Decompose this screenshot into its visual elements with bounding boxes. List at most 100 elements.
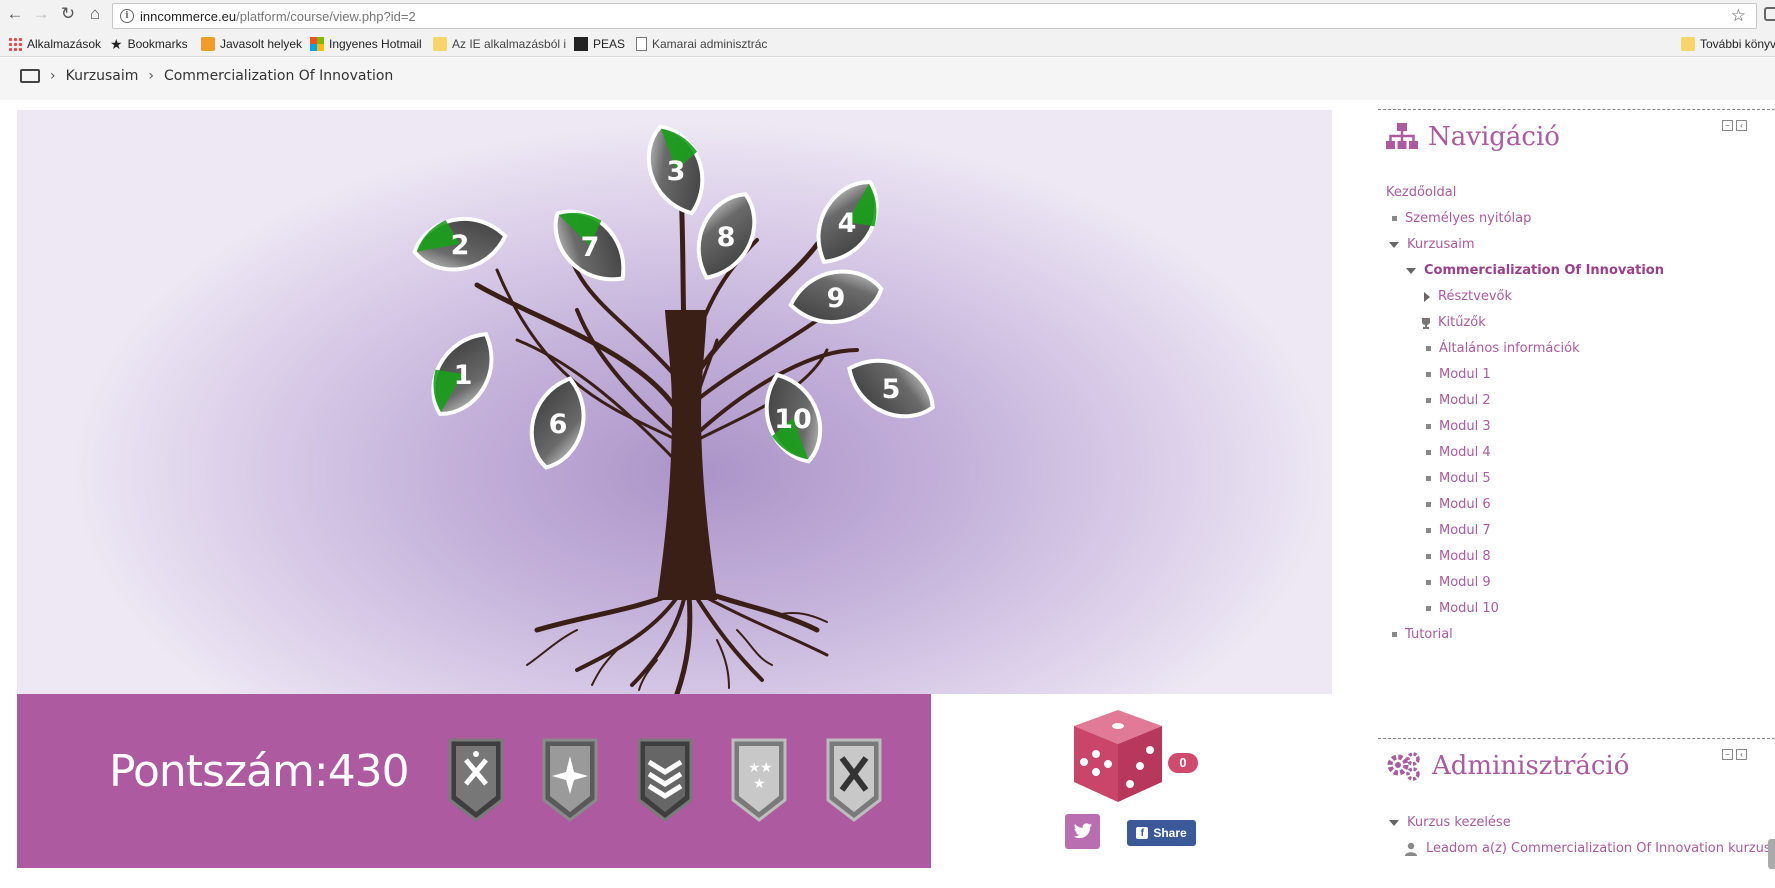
sitemap-icon: [1386, 123, 1418, 149]
nav-label: Általános információk: [1439, 341, 1580, 356]
bookmark-chamber[interactable]: Kamarai adminisztrác: [636, 35, 767, 53]
expanded-arrow-icon[interactable]: [1389, 241, 1399, 248]
badge-compass-icon[interactable]: [540, 736, 600, 822]
nav-label: Modul 7: [1439, 523, 1491, 538]
share-label: Share: [1153, 826, 1187, 840]
nav-module-6[interactable]: Modul 6: [1426, 497, 1491, 512]
bookmark-hotmail[interactable]: Ingyenes Hotmail: [310, 35, 422, 53]
nav-badges[interactable]: Kitűzők: [1420, 315, 1486, 330]
bookmark-suggested[interactable]: Javasolt helyek: [201, 35, 302, 53]
bullet-icon: [1426, 528, 1431, 533]
url-path: /platform/course/view.php?id=2: [236, 9, 416, 24]
breadcrumb-separator: ›: [148, 68, 154, 84]
nav-tutorial[interactable]: Tutorial: [1392, 627, 1453, 642]
nav-module-8[interactable]: Modul 8: [1426, 549, 1491, 564]
forward-icon[interactable]: →: [30, 3, 52, 25]
nav-module-3[interactable]: Modul 3: [1426, 419, 1491, 434]
bullet-icon: [1392, 632, 1397, 637]
leaf-label: 9: [827, 283, 846, 314]
trophy-icon: [1422, 317, 1430, 329]
leaf-module-9[interactable]: 9: [786, 265, 885, 330]
dice-count-badge: 0: [1168, 753, 1198, 773]
bulb-icon: [201, 37, 215, 51]
bookmark-label: PEAS: [593, 37, 626, 51]
score-label: Pontszám:430: [109, 746, 410, 797]
leaf-module-2[interactable]: 2: [410, 210, 509, 276]
breadcrumb-my-courses[interactable]: Kurzusaim: [66, 68, 139, 84]
nav-label: Modul 2: [1439, 393, 1491, 408]
nav-general-info[interactable]: Általános információk: [1426, 341, 1580, 356]
leaf-module-7[interactable]: 7: [540, 195, 641, 296]
bookmark-other[interactable]: További könyv: [1681, 35, 1775, 53]
leaf-module-5[interactable]: 5: [839, 346, 943, 430]
navigation-block: Navigáció − ‹ Kezdőoldal Személyes nyitó…: [1378, 109, 1775, 679]
admin-course-admin[interactable]: Kurzus kezelése: [1389, 815, 1511, 830]
collapsed-arrow-icon[interactable]: [1424, 291, 1430, 302]
info-icon[interactable]: i: [120, 9, 134, 23]
facebook-share-button[interactable]: f Share: [1127, 820, 1196, 846]
score-panel: Pontszám:430 ★ ★ ★: [17, 694, 931, 868]
url-text: inncommerce.eu/platform/course/view.php?…: [140, 9, 416, 24]
bookmark-ie-import[interactable]: Az IE alkalmazásból i: [433, 35, 566, 53]
breadcrumb-course[interactable]: Commercialization Of Innovation: [164, 68, 393, 84]
admin-unenrol[interactable]: Leadom a(z) Commercialization Of Innovat…: [1404, 841, 1775, 856]
leaf-label: 7: [581, 232, 600, 263]
nav-personal[interactable]: Személyes nyitólap: [1392, 211, 1531, 226]
tree-trunk: [657, 310, 717, 600]
nav-label: Személyes nyitólap: [1405, 211, 1532, 226]
leaf-label: 8: [717, 222, 736, 253]
nav-module-1[interactable]: Modul 1: [1426, 367, 1491, 382]
nav-label: Modul 3: [1439, 419, 1491, 434]
badge-stars-icon[interactable]: ★ ★ ★: [729, 736, 789, 822]
nav-module-2[interactable]: Modul 2: [1426, 393, 1491, 408]
nav-label: Modul 1: [1439, 367, 1491, 382]
leaf-module-4[interactable]: 4: [803, 170, 893, 275]
leaf-module-1[interactable]: 1: [417, 321, 507, 426]
bookmark-star-icon[interactable]: ☆: [1731, 6, 1746, 26]
back-icon[interactable]: ←: [4, 3, 26, 25]
collapse-block-icon[interactable]: −: [1722, 749, 1733, 760]
bookmark-peas[interactable]: PEAS: [574, 35, 625, 53]
nav-label: Kurzusaim: [1407, 237, 1475, 252]
nav-module-5[interactable]: Modul 5: [1426, 471, 1491, 486]
leaf-label: 2: [451, 230, 470, 261]
bullet-icon: [1392, 216, 1397, 221]
doc-icon: [636, 37, 647, 51]
scrollbar[interactable]: [1768, 839, 1775, 869]
address-bar[interactable]: i inncommerce.eu/platform/course/view.ph…: [112, 3, 1757, 29]
leaf-module-3[interactable]: 3: [637, 118, 716, 222]
nav-label: Modul 9: [1439, 575, 1491, 590]
block-controls: − ‹: [1722, 749, 1747, 760]
nav-home[interactable]: Kezdőoldal: [1386, 185, 1456, 200]
nav-participants[interactable]: Résztvevők: [1424, 289, 1512, 304]
bullet-icon: [1426, 476, 1431, 481]
breadcrumb-separator: ›: [50, 68, 56, 84]
badge-swords-icon[interactable]: [824, 736, 884, 822]
dock-block-icon[interactable]: ‹: [1736, 749, 1747, 760]
expanded-arrow-icon[interactable]: [1389, 819, 1399, 826]
folder-open-icon[interactable]: [20, 69, 40, 83]
home-icon[interactable]: ⌂: [84, 3, 106, 25]
svg-text:★: ★: [753, 776, 766, 792]
reload-icon[interactable]: ↻: [57, 3, 79, 25]
dock-block-icon[interactable]: ‹: [1736, 120, 1747, 131]
nav-module-10[interactable]: Modul 10: [1426, 601, 1499, 616]
bookmark-label: Javasolt helyek: [220, 37, 303, 51]
nav-module-9[interactable]: Modul 9: [1426, 575, 1491, 590]
nav-module-7[interactable]: Modul 7: [1426, 523, 1491, 538]
badge-chevrons-icon[interactable]: [635, 736, 695, 822]
bookmark-bookmarks[interactable]: ★ Bookmarks: [110, 35, 188, 53]
twitter-share-button[interactable]: [1065, 814, 1100, 849]
extension-icon[interactable]: [1764, 7, 1775, 21]
folder-icon: [433, 37, 447, 51]
badge-shield-icon[interactable]: [446, 736, 506, 822]
administration-header: Adminisztráció: [1386, 751, 1629, 781]
url-host: inncommerce.eu: [140, 9, 237, 24]
nav-course[interactable]: Commercialization Of Innovation: [1406, 263, 1664, 278]
nav-module-4[interactable]: Modul 4: [1426, 445, 1491, 460]
bookmark-apps[interactable]: Alkalmazások: [8, 35, 101, 53]
expanded-arrow-icon[interactable]: [1406, 267, 1416, 274]
collapse-block-icon[interactable]: −: [1722, 120, 1733, 131]
nav-my-courses[interactable]: Kurzusaim: [1389, 237, 1475, 252]
dice-icon[interactable]: [1068, 706, 1168, 806]
